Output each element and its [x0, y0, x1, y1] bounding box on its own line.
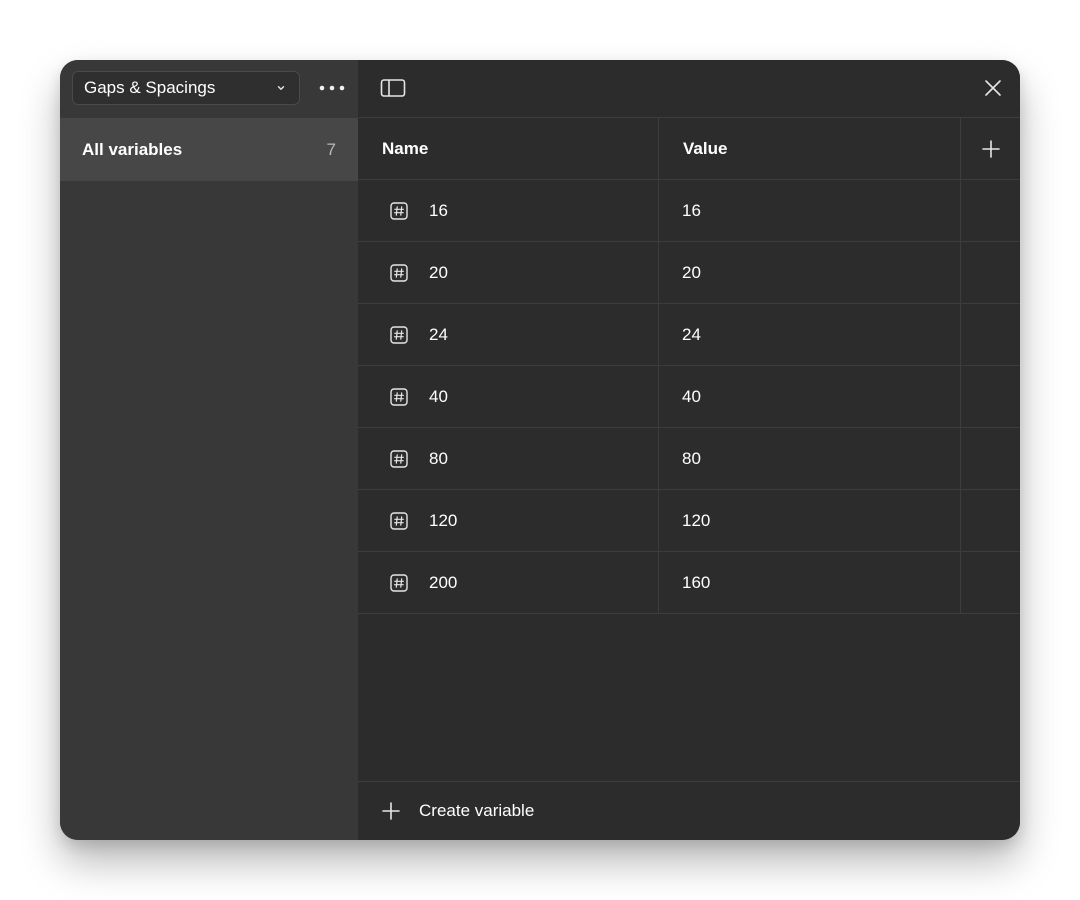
close-icon — [984, 79, 1002, 97]
number-variable-icon — [390, 263, 408, 282]
variable-name-cell[interactable]: 200 — [358, 552, 659, 613]
row-extra-cell — [961, 366, 1020, 427]
sidebar-toggle-button[interactable] — [380, 76, 406, 100]
variable-name: 120 — [429, 510, 458, 530]
table-row[interactable]: 200 160 — [358, 552, 1020, 614]
variable-value-cell[interactable]: 120 — [659, 490, 961, 551]
plus-icon — [380, 800, 402, 822]
variable-name-cell[interactable]: 24 — [358, 304, 659, 365]
sidebar-item-all-variables[interactable]: All variables 7 — [60, 118, 358, 181]
variable-value-cell[interactable]: 24 — [659, 304, 961, 365]
variable-value-cell[interactable]: 80 — [659, 428, 961, 489]
variable-name-cell[interactable]: 80 — [358, 428, 659, 489]
variables-table: Name Value 16 16 20 20 24 24 40 40 80 80… — [358, 118, 1020, 614]
row-extra-cell — [961, 490, 1020, 551]
table-header-row: Name Value — [358, 118, 1020, 180]
number-variable-icon — [390, 201, 408, 220]
main-header — [358, 60, 1020, 118]
variable-name: 200 — [429, 572, 458, 592]
table-row[interactable]: 16 16 — [358, 180, 1020, 242]
variable-name-cell[interactable]: 20 — [358, 242, 659, 303]
create-variable-button[interactable]: Create variable — [358, 781, 1020, 840]
chevron-down-icon — [275, 82, 287, 94]
variable-name: 20 — [429, 262, 448, 282]
variable-name: 16 — [429, 200, 448, 220]
main-panel: Name Value 16 16 20 20 24 24 40 40 80 80… — [358, 60, 1020, 840]
more-options-button[interactable] — [316, 76, 348, 100]
table-row[interactable]: 20 20 — [358, 242, 1020, 304]
table-row[interactable]: 24 24 — [358, 304, 1020, 366]
close-button[interactable] — [980, 75, 1006, 101]
more-horizontal-icon — [319, 85, 345, 91]
add-column-cell — [961, 118, 1020, 179]
variable-value-cell[interactable]: 20 — [659, 242, 961, 303]
collection-select-label: Gaps & Spacings — [84, 78, 216, 97]
sidebar: Gaps & Spacings All variables 7 — [60, 60, 358, 840]
variable-value-cell[interactable]: 160 — [659, 552, 961, 613]
row-extra-cell — [961, 428, 1020, 489]
table-row[interactable]: 40 40 — [358, 366, 1020, 428]
number-variable-icon — [390, 511, 408, 530]
table-row[interactable]: 120 120 — [358, 490, 1020, 552]
sidebar-item-label: All variables — [82, 139, 183, 159]
variable-name-cell[interactable]: 40 — [358, 366, 659, 427]
sidebar-item-count: 7 — [326, 139, 336, 159]
variable-name: 24 — [429, 324, 448, 344]
number-variable-icon — [390, 573, 408, 592]
variable-name: 40 — [429, 386, 448, 406]
column-header-name[interactable]: Name — [358, 118, 659, 179]
variable-value-cell[interactable]: 16 — [659, 180, 961, 241]
variable-name-cell[interactable]: 120 — [358, 490, 659, 551]
number-variable-icon — [390, 449, 408, 468]
variable-value-cell[interactable]: 40 — [659, 366, 961, 427]
row-extra-cell — [961, 304, 1020, 365]
plus-icon — [981, 139, 1001, 159]
variable-name-cell[interactable]: 16 — [358, 180, 659, 241]
sidebar-toggle-icon — [380, 78, 406, 98]
create-variable-label: Create variable — [419, 801, 535, 820]
sidebar-header: Gaps & Spacings — [60, 60, 358, 118]
row-extra-cell — [961, 552, 1020, 613]
collection-select[interactable]: Gaps & Spacings — [72, 71, 300, 105]
number-variable-icon — [390, 387, 408, 406]
number-variable-icon — [390, 325, 408, 344]
row-extra-cell — [961, 180, 1020, 241]
row-extra-cell — [961, 242, 1020, 303]
variables-window: Gaps & Spacings All variables 7 Name Val… — [60, 60, 1020, 840]
variable-name: 80 — [429, 448, 448, 468]
add-column-button[interactable] — [979, 137, 1003, 161]
table-row[interactable]: 80 80 — [358, 428, 1020, 490]
column-header-value[interactable]: Value — [659, 118, 961, 179]
